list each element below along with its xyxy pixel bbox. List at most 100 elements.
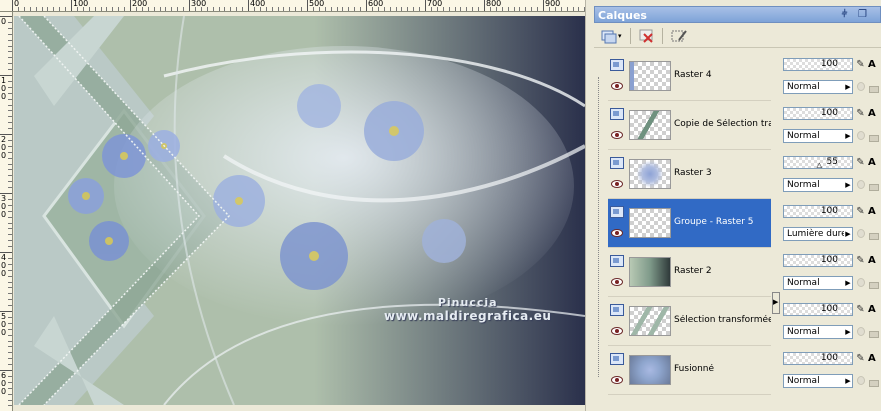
blend-mode-select[interactable]: Normal ▶: [783, 80, 853, 94]
lock-icon[interactable]: [857, 376, 865, 385]
layer-row[interactable]: Raster 4 100 ✎ A Normal ▶: [594, 52, 881, 101]
blend-mode-select[interactable]: Normal ▶: [783, 325, 853, 339]
pin-icon[interactable]: ⫩: [839, 9, 850, 20]
opacity-slider[interactable]: 100: [783, 254, 853, 267]
blend-mode-select[interactable]: Lumière dure ▶: [783, 227, 853, 241]
ruler-minor-tick: [8, 381, 12, 383]
image-canvas[interactable]: Pinuccia www.maldiregrafica.eu: [14, 16, 585, 405]
blend-mode-select[interactable]: Normal ▶: [783, 129, 853, 143]
eye-visibility-icon[interactable]: [611, 327, 623, 335]
pen-icon[interactable]: ✎: [854, 156, 867, 169]
lock-icon[interactable]: [857, 229, 865, 238]
link-icon[interactable]: [869, 282, 879, 289]
eye-visibility-icon[interactable]: [611, 131, 623, 139]
layer-header[interactable]: Copie de Sélection tran: [608, 101, 771, 150]
eye-visibility-icon[interactable]: [611, 229, 623, 237]
link-icon[interactable]: [869, 331, 879, 338]
layer-flag: A: [868, 255, 876, 266]
lock-icon[interactable]: [857, 131, 865, 140]
layer-row-selected[interactable]: Groupe - Raster 5 100 ✎ A Lumière dure ▶: [594, 199, 881, 248]
ruler-minor-tick: [141, 7, 143, 11]
pen-icon[interactable]: ✎: [854, 107, 867, 120]
eye-visibility-icon[interactable]: [611, 278, 623, 286]
layer-header[interactable]: Raster 4: [608, 52, 771, 101]
ruler-label: 600: [368, 0, 384, 8]
layer-row[interactable]: Copie de Sélection tran 100 ✎ A Normal ▶: [594, 101, 881, 150]
pen-icon[interactable]: ✎: [854, 303, 867, 316]
ruler-minor-tick: [8, 39, 12, 41]
ruler-minor-tick: [17, 7, 19, 11]
opacity-slider[interactable]: 100: [783, 107, 853, 120]
link-icon[interactable]: [869, 233, 879, 240]
layer-header[interactable]: Groupe - Raster 5: [608, 199, 771, 248]
chevron-right-icon: ▶: [844, 326, 852, 338]
lock-icon[interactable]: [857, 180, 865, 189]
ruler-minor-tick: [265, 7, 267, 11]
palette-title-bar[interactable]: Calques ⫩ ❐: [594, 6, 881, 23]
window-divider[interactable]: [585, 0, 594, 411]
ruler-minor-tick: [8, 257, 12, 259]
opacity-slider[interactable]: 100: [783, 58, 853, 71]
delete-layer-icon[interactable]: [638, 28, 656, 44]
ruler-minor-tick: [206, 7, 208, 11]
layer-header[interactable]: Sélection transformée: [608, 297, 771, 346]
layer-row[interactable]: Fusionné 100 ✎ A Normal ▶: [594, 346, 881, 395]
group-layer-icon: [610, 206, 624, 218]
ruler-minor-tick: [124, 7, 126, 11]
layer-row[interactable]: Raster 2 100 ✎ A Normal ▶: [594, 248, 881, 297]
ruler-minor-tick: [8, 27, 12, 29]
pen-icon[interactable]: ✎: [854, 58, 867, 71]
layer-row[interactable]: Raster 3 55 △ ✎ A Normal ▶: [594, 150, 881, 199]
opacity-slider[interactable]: 100: [783, 352, 853, 365]
eye-visibility-icon[interactable]: [611, 376, 623, 384]
ruler-minor-tick: [8, 405, 12, 407]
link-icon[interactable]: [869, 184, 879, 191]
ruler-minor-tick: [112, 7, 114, 11]
ruler-minor-tick: [106, 7, 108, 11]
link-icon[interactable]: [869, 135, 879, 142]
ruler-minor-tick: [100, 7, 102, 11]
opacity-slider[interactable]: 55 △: [783, 156, 853, 169]
pen-icon[interactable]: ✎: [854, 205, 867, 218]
slider-handle-icon[interactable]: △: [817, 162, 822, 169]
ruler-minor-tick: [312, 7, 314, 11]
pen-icon[interactable]: ✎: [854, 352, 867, 365]
link-icon[interactable]: [869, 86, 879, 93]
raster-layer-icon: [610, 157, 624, 169]
link-icon[interactable]: [869, 380, 879, 387]
ruler-minor-tick: [8, 340, 12, 342]
layer-header[interactable]: Raster 3: [608, 150, 771, 199]
layer-flag: A: [868, 157, 876, 168]
ruler-minor-tick: [8, 163, 12, 165]
ruler-minor-tick: [177, 7, 179, 11]
panel-splitter-handle[interactable]: [772, 292, 780, 314]
layer-header[interactable]: Raster 2: [608, 248, 771, 297]
dropdown-arrow-icon[interactable]: ▾: [618, 28, 626, 44]
ruler-minor-tick: [8, 346, 12, 348]
new-layer-icon[interactable]: [600, 28, 618, 44]
blend-mode-select[interactable]: Normal ▶: [783, 276, 853, 290]
blend-mode-select[interactable]: Normal ▶: [783, 178, 853, 192]
ruler-minor-tick: [8, 387, 12, 389]
ruler-minor-tick: [360, 7, 362, 11]
pen-icon[interactable]: ✎: [854, 254, 867, 267]
ruler-minor-tick: [29, 7, 31, 11]
ruler-label: 900: [545, 0, 561, 8]
opacity-slider[interactable]: 100: [783, 205, 853, 218]
edit-selection-icon[interactable]: [670, 28, 688, 44]
lock-icon[interactable]: [857, 278, 865, 287]
layer-row[interactable]: Sélection transformée 100 ✎ A Normal ▶: [594, 297, 881, 346]
layer-header[interactable]: Fusionné: [608, 346, 771, 395]
opacity-slider[interactable]: 100: [783, 303, 853, 316]
lock-icon[interactable]: [857, 82, 865, 91]
lock-icon[interactable]: [857, 327, 865, 336]
eye-visibility-icon[interactable]: [611, 180, 623, 188]
ruler-minor-tick: [371, 7, 373, 11]
ruler-minor-tick: [8, 281, 12, 283]
ruler-minor-tick: [289, 7, 291, 11]
restore-icon[interactable]: ❐: [857, 9, 868, 20]
ruler-major-tick: [425, 0, 426, 11]
blend-mode-select[interactable]: Normal ▶: [783, 374, 853, 388]
eye-visibility-icon[interactable]: [611, 82, 623, 90]
layer-flag: A: [868, 206, 876, 217]
